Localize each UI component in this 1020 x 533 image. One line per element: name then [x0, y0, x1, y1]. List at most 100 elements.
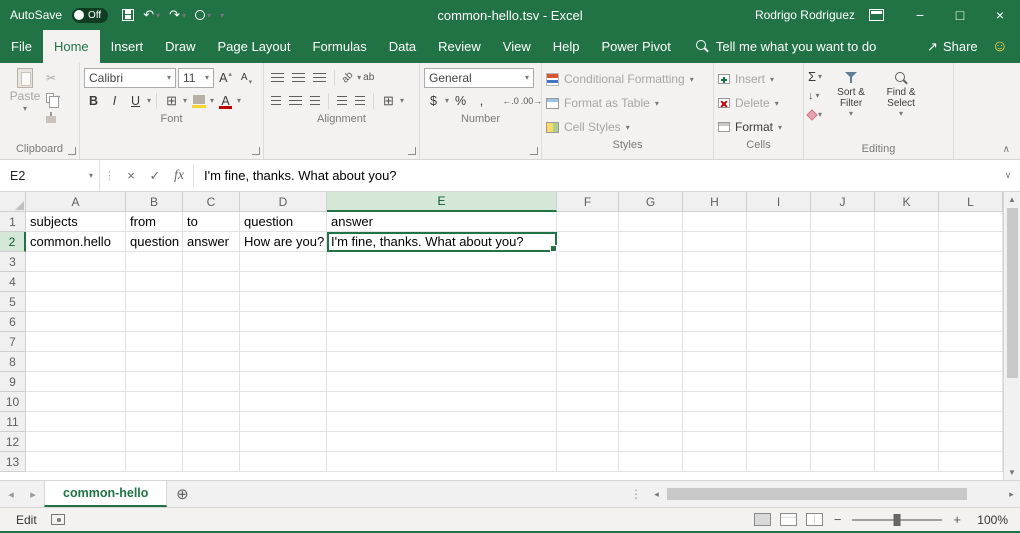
redo-button[interactable]: ↷▾: [169, 7, 186, 23]
cell-J1[interactable]: [811, 212, 875, 232]
sheet-tab-common-hello[interactable]: common-hello: [44, 481, 167, 507]
cell-K7[interactable]: [875, 332, 939, 352]
cell-A3[interactable]: [26, 252, 126, 272]
copy-button[interactable]: ▾: [46, 89, 60, 106]
insert-cells-button[interactable]: Insert ▾: [718, 68, 799, 90]
delete-cells-button[interactable]: Delete ▾: [718, 92, 799, 114]
cell-G9[interactable]: [619, 372, 683, 392]
underline-dropdown-icon[interactable]: ▾: [147, 96, 151, 105]
cell-F12[interactable]: [557, 432, 619, 452]
cell-G7[interactable]: [619, 332, 683, 352]
cell-L4[interactable]: [939, 272, 1003, 292]
touch-mouse-mode-button[interactable]: ▾: [195, 10, 211, 20]
cell-F4[interactable]: [557, 272, 619, 292]
cell-G1[interactable]: [619, 212, 683, 232]
cell-F1[interactable]: [557, 212, 619, 232]
cell-I6[interactable]: [747, 312, 811, 332]
cell-A2[interactable]: common.hello: [26, 232, 126, 252]
cell-L13[interactable]: [939, 452, 1003, 472]
cell-A6[interactable]: [26, 312, 126, 332]
cell-G12[interactable]: [619, 432, 683, 452]
cell-G10[interactable]: [619, 392, 683, 412]
maximize-button[interactable]: □: [940, 0, 980, 30]
feedback-smiley-button[interactable]: ☺: [988, 30, 1020, 63]
cell-I12[interactable]: [747, 432, 811, 452]
cell-L12[interactable]: [939, 432, 1003, 452]
cell-E1[interactable]: answer: [327, 212, 557, 232]
cell-H3[interactable]: [683, 252, 747, 272]
cell-G4[interactable]: [619, 272, 683, 292]
cell-F2[interactable]: [557, 232, 619, 252]
align-middle-icon[interactable]: [292, 73, 305, 82]
number-dialog-launcher[interactable]: [530, 147, 538, 155]
cell-K9[interactable]: [875, 372, 939, 392]
new-sheet-button[interactable]: ⊕: [167, 481, 197, 507]
cell-B13[interactable]: [126, 452, 183, 472]
increase-decimal-button[interactable]: ←.0: [501, 91, 520, 111]
cell-E8[interactable]: [327, 352, 557, 372]
page-layout-view-icon[interactable]: [780, 513, 797, 526]
cell-K11[interactable]: [875, 412, 939, 432]
fill-color-dropdown-icon[interactable]: ▾: [210, 96, 214, 105]
decrease-indent-icon[interactable]: [337, 96, 347, 105]
close-button[interactable]: ×: [980, 0, 1020, 30]
cell-B3[interactable]: [126, 252, 183, 272]
column-header-I[interactable]: I: [747, 192, 811, 212]
cell-E3[interactable]: [327, 252, 557, 272]
scroll-down-icon[interactable]: ▼: [1004, 465, 1020, 480]
fill-color-button[interactable]: [189, 91, 208, 111]
align-right-icon[interactable]: [310, 96, 320, 105]
cell-F8[interactable]: [557, 352, 619, 372]
autosave-toggle[interactable]: Off: [72, 8, 108, 23]
cell-E6[interactable]: [327, 312, 557, 332]
minimize-button[interactable]: −: [900, 0, 940, 30]
cell-C8[interactable]: [183, 352, 240, 372]
cell-C1[interactable]: to: [183, 212, 240, 232]
cell-K4[interactable]: [875, 272, 939, 292]
row-header-2[interactable]: 2: [0, 232, 26, 252]
cell-J12[interactable]: [811, 432, 875, 452]
cell-H2[interactable]: [683, 232, 747, 252]
scroll-right-icon[interactable]: ▸: [1003, 481, 1020, 507]
cell-B5[interactable]: [126, 292, 183, 312]
cell-A8[interactable]: [26, 352, 126, 372]
cell-G6[interactable]: [619, 312, 683, 332]
column-header-B[interactable]: B: [126, 192, 183, 212]
cell-D4[interactable]: [240, 272, 327, 292]
cell-J7[interactable]: [811, 332, 875, 352]
autosum-button[interactable]: Σ▾: [808, 68, 822, 85]
format-painter-button[interactable]: [46, 109, 60, 126]
orientation-dropdown-icon[interactable]: ▾: [357, 73, 361, 82]
paste-dropdown-icon[interactable]: ▾: [23, 104, 27, 113]
cell-H8[interactable]: [683, 352, 747, 372]
tab-help[interactable]: Help: [542, 30, 591, 63]
cell-D5[interactable]: [240, 292, 327, 312]
clear-button[interactable]: ▾: [808, 106, 822, 123]
cell-I3[interactable]: [747, 252, 811, 272]
grow-font-button[interactable]: A▴: [216, 68, 235, 88]
cell-I5[interactable]: [747, 292, 811, 312]
paste-button[interactable]: Paste ▾: [4, 66, 46, 142]
cell-J2[interactable]: [811, 232, 875, 252]
cell-F6[interactable]: [557, 312, 619, 332]
align-bottom-icon[interactable]: [313, 73, 326, 82]
normal-view-icon[interactable]: [754, 513, 771, 526]
undo-dropdown-icon[interactable]: ▾: [156, 11, 160, 20]
cell-E10[interactable]: [327, 392, 557, 412]
cell-F11[interactable]: [557, 412, 619, 432]
cell-A9[interactable]: [26, 372, 126, 392]
zoom-in-button[interactable]: +: [951, 512, 963, 527]
zoom-slider[interactable]: [852, 519, 942, 521]
cell-F5[interactable]: [557, 292, 619, 312]
format-as-table-button[interactable]: Format as Table ▾: [546, 92, 709, 114]
cell-L10[interactable]: [939, 392, 1003, 412]
cell-K12[interactable]: [875, 432, 939, 452]
column-header-D[interactable]: D: [240, 192, 327, 212]
cell-C13[interactable]: [183, 452, 240, 472]
cell-E12[interactable]: [327, 432, 557, 452]
cell-D7[interactable]: [240, 332, 327, 352]
shrink-font-button[interactable]: A▾: [237, 68, 256, 88]
cell-I7[interactable]: [747, 332, 811, 352]
orientation-button[interactable]: ab: [340, 70, 356, 86]
cell-J10[interactable]: [811, 392, 875, 412]
